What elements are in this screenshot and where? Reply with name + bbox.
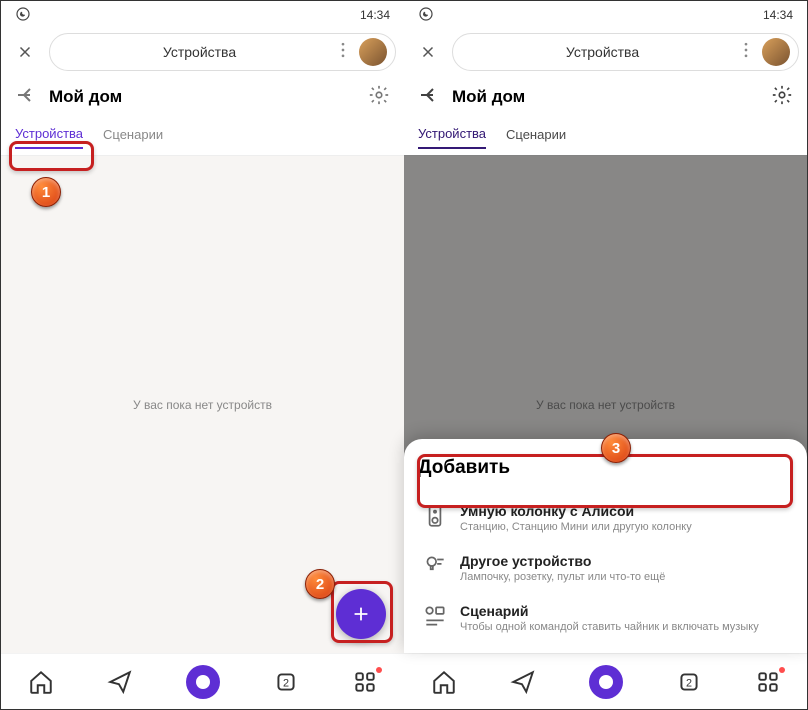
add-sheet: Добавить Умную колонку с Алисой Станцию,… [404,439,807,653]
search-pill[interactable]: Устройства [49,33,396,71]
tab-devices[interactable]: Устройства [418,126,486,149]
tab-devices[interactable]: Устройства [15,126,83,149]
sheet-item-other-device[interactable]: Другое устройство Лампочку, розетку, пул… [418,543,793,593]
avatar[interactable] [762,38,790,66]
bulb-icon [422,553,448,579]
page-title: Мой дом [49,87,358,107]
search-label: Устройства [66,44,333,60]
bottom-nav: 2 [404,653,807,709]
sheet-item-title: Умную колонку с Алисой [460,503,692,519]
svg-text:2: 2 [282,677,288,689]
nav-alice-button[interactable] [589,665,623,699]
svg-text:2: 2 [685,677,691,689]
empty-message: У вас пока нет устройств [536,398,675,412]
kebab-icon[interactable] [736,40,756,65]
avatar[interactable] [359,38,387,66]
status-bar: 14:34 [1,1,404,29]
search-row: Устройства [404,29,807,75]
sheet-item-scenario[interactable]: Сценарий Чтобы одной командой ставить ча… [418,593,793,643]
tabs: Устройства Сценарии [404,119,807,155]
close-button[interactable] [9,36,41,68]
nav-send-icon[interactable] [107,669,133,695]
tab-scenarios[interactable]: Сценарии [506,127,566,148]
nav-alice-button[interactable] [186,665,220,699]
screen-right: 14:34 Устройства Мой дом Устройства Сцен… [404,1,807,709]
sheet-item-title: Сценарий [460,603,759,619]
scenario-icon [422,603,448,629]
search-label: Устройства [469,44,736,60]
nav-home-icon[interactable] [431,669,457,695]
screen-left: 14:34 Устройства Мой дом Устройства Сцен… [1,1,404,709]
whatsapp-icon [15,6,31,25]
nav-tabs-icon[interactable]: 2 [676,669,702,695]
status-time: 14:34 [360,8,390,22]
nav-tabs-icon[interactable]: 2 [273,669,299,695]
search-row: Устройства [1,29,404,75]
whatsapp-icon [418,6,434,25]
speaker-icon [422,503,448,529]
sheet-item-subtitle: Станцию, Станцию Мини или другую колонку [460,521,692,533]
gear-icon[interactable] [368,84,390,111]
sheet-item-smart-speaker[interactable]: Умную колонку с Алисой Станцию, Станцию … [418,493,793,543]
back-arrow-icon[interactable] [15,83,39,112]
nav-apps-icon[interactable] [755,669,781,695]
nav-apps-icon[interactable] [352,669,378,695]
sheet-item-title: Другое устройство [460,553,665,569]
bottom-nav: 2 [1,653,404,709]
page-title: Мой дом [452,87,761,107]
status-time: 14:34 [763,8,793,22]
page-header: Мой дом [404,75,807,119]
close-button[interactable] [412,36,444,68]
fab-add-button[interactable] [336,589,386,639]
empty-state: У вас пока нет устройств [1,155,404,653]
search-pill[interactable]: Устройства [452,33,799,71]
page-header: Мой дом [1,75,404,119]
tabs: Устройства Сценарии [1,119,404,155]
back-arrow-icon[interactable] [418,83,442,112]
kebab-icon[interactable] [333,40,353,65]
sheet-item-subtitle: Чтобы одной командой ставить чайник и вк… [460,621,759,633]
gear-icon[interactable] [771,84,793,111]
empty-message: У вас пока нет устройств [133,398,272,412]
status-bar: 14:34 [404,1,807,29]
sheet-item-subtitle: Лампочку, розетку, пульт или что-то ещё [460,571,665,583]
sheet-title: Добавить [418,457,793,479]
tab-scenarios[interactable]: Сценарии [103,127,163,148]
nav-home-icon[interactable] [28,669,54,695]
nav-send-icon[interactable] [510,669,536,695]
